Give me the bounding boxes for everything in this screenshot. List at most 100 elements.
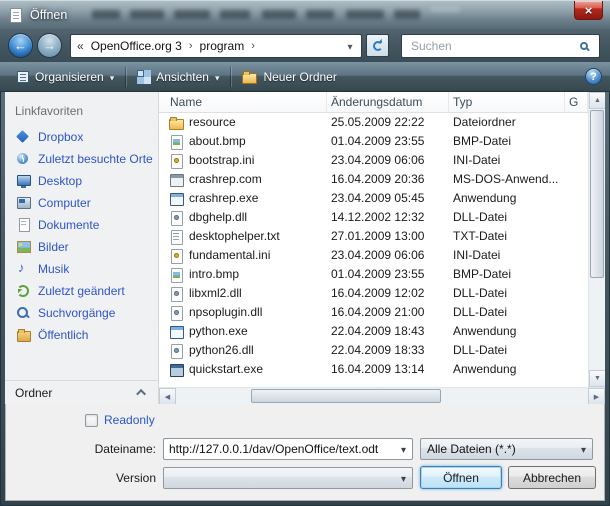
views-button[interactable]: Ansichten [128, 66, 228, 88]
file-row[interactable]: crashrep.com 16.04.2009 20:36 MS-DOS-Anw… [159, 170, 588, 189]
organize-dropdown-icon [110, 70, 115, 84]
new-folder-label: Neuer Ordner [263, 70, 336, 84]
close-button[interactable] [574, 1, 603, 20]
organize-label: Organisieren [35, 70, 104, 84]
searches-icon [16, 306, 31, 320]
window-title: Öffnen [30, 1, 67, 30]
file-row[interactable]: quickstart.exe 16.04.2009 13:14 Anwendun… [159, 360, 588, 379]
open-button[interactable]: Öffnen [420, 466, 502, 489]
filename-dropdown-icon[interactable] [395, 442, 412, 456]
filelist-rows: resource 25.05.2009 22:22 Dateiordner ab… [159, 113, 588, 387]
bmp-file-icon [169, 135, 184, 149]
file-row[interactable]: desktophelper.txt 27.01.2009 13:00 TXT-D… [159, 227, 588, 246]
dll-file-icon [169, 211, 184, 225]
dialog-client-area: Linkfavoriten Dropbox Zuletzt besuchte O… [5, 92, 605, 501]
refresh-icon [373, 41, 383, 51]
sidebar-item[interactable]: Zuletzt geändert [5, 280, 158, 302]
dll-file-icon [169, 344, 184, 358]
file-row[interactable]: resource 25.05.2009 22:22 Dateiordner [159, 113, 588, 132]
folder-file-icon [169, 116, 184, 130]
breadcrumb-overflow-chevron[interactable]: « [77, 39, 89, 53]
computer-icon [16, 196, 31, 210]
titlebar-glass-reflection [0, 1, 610, 29]
form-area: Readonly Dateiname: Alle Dateien (*.*) V… [5, 404, 605, 501]
filelist-header: Name Änderungsdatum Typ G [159, 92, 588, 113]
sidebar-item[interactable]: Öffentlich [5, 324, 158, 346]
sidebar-item[interactable]: Bilder [5, 236, 158, 258]
filename-combobox[interactable] [163, 438, 413, 460]
column-header[interactable]: G [565, 92, 588, 112]
sidebar-item[interactable]: Zuletzt besuchte Orte [5, 148, 158, 170]
vertical-scrollbar-thumb[interactable] [590, 110, 604, 278]
scroll-up-button[interactable] [589, 92, 605, 109]
readonly-checkbox[interactable] [85, 414, 98, 427]
search-input[interactable] [409, 38, 580, 54]
sidebar-item[interactable]: Dokumente [5, 214, 158, 236]
new-folder-button[interactable]: Neuer Ordner [233, 66, 345, 88]
file-row[interactable]: crashrep.exe 23.04.2009 05:45 Anwendung [159, 189, 588, 208]
breadcrumb-separator-icon[interactable]: › [246, 40, 260, 52]
folders-label: Ordner [15, 386, 52, 400]
sidebar-item[interactable]: Musik [5, 258, 158, 280]
filetype-dropdown-icon [575, 442, 592, 456]
scroll-right-button[interactable] [588, 388, 605, 404]
desktop-icon [16, 174, 31, 188]
version-combobox[interactable] [163, 467, 413, 489]
readonly-label[interactable]: Readonly [104, 413, 155, 427]
column-header[interactable]: Änderungsdatum [327, 92, 449, 112]
recent-places-icon [16, 152, 31, 166]
forward-button[interactable] [37, 33, 62, 58]
search-box[interactable] [401, 34, 600, 58]
refresh-button[interactable] [366, 34, 389, 57]
scroll-down-button[interactable] [589, 370, 605, 387]
file-row[interactable]: npsoplugin.dll 16.04.2009 21:00 DLL-Date… [159, 303, 588, 322]
sidebar-item[interactable]: Suchvorgänge [5, 302, 158, 324]
cancel-button[interactable]: Abbrechen [508, 466, 596, 489]
horizontal-scrollbar-thumb[interactable] [251, 389, 441, 403]
file-row[interactable]: intro.bmp 01.04.2009 23:55 BMP-Datei [159, 265, 588, 284]
dialog-document-icon [10, 8, 22, 23]
help-button[interactable] [585, 68, 602, 85]
sidebar-item[interactable]: Desktop [5, 170, 158, 192]
sidebar-item[interactable]: Dropbox [5, 126, 158, 148]
exe-file-icon [169, 192, 184, 206]
com-file-icon [169, 173, 184, 187]
column-header[interactable]: Typ [449, 92, 565, 112]
column-header[interactable]: Name [159, 92, 327, 112]
documents-icon [16, 218, 31, 232]
filetype-combobox[interactable]: Alle Dateien (*.*) [420, 438, 593, 460]
folders-expander[interactable]: Ordner [5, 380, 158, 404]
file-row[interactable]: python.exe 22.04.2009 18:43 Anwendung [159, 322, 588, 341]
version-dropdown-icon [395, 471, 412, 485]
file-row[interactable]: dbghelp.dll 14.12.2002 12:32 DLL-Datei [159, 208, 588, 227]
file-row[interactable]: bootstrap.ini 23.04.2009 06:06 INI-Datei [159, 151, 588, 170]
exe2-file-icon [169, 363, 184, 377]
breadcrumb-item[interactable]: OpenOffice.org 3 [89, 39, 184, 53]
file-row[interactable]: about.bmp 01.04.2009 23:55 BMP-Datei [159, 132, 588, 151]
file-row[interactable]: libxml2.dll 16.04.2009 12:02 DLL-Datei [159, 284, 588, 303]
scroll-left-button[interactable] [159, 388, 176, 404]
filename-label: Dateiname: [5, 442, 163, 456]
horizontal-scrollbar[interactable] [159, 387, 605, 404]
filename-input[interactable] [164, 442, 395, 456]
address-bar[interactable]: « OpenOffice.org 3› program› [70, 34, 362, 58]
organize-button[interactable]: Organisieren [8, 66, 123, 88]
txt-file-icon [169, 230, 184, 244]
public-icon [16, 328, 31, 342]
dll-file-icon [169, 306, 184, 320]
address-dropdown-icon[interactable] [343, 39, 357, 53]
favorites-header: Linkfavoriten [5, 98, 158, 126]
sidebar-items: Dropbox Zuletzt besuchte Orte Desktop Co… [5, 126, 158, 346]
breadcrumb-separator-icon[interactable]: › [184, 40, 198, 52]
new-folder-icon [242, 71, 257, 83]
sidebar-item[interactable]: Computer [5, 192, 158, 214]
ini-file-icon [169, 249, 184, 263]
vertical-scrollbar[interactable] [588, 92, 605, 387]
recently-changed-icon [16, 284, 31, 298]
back-button[interactable] [8, 33, 33, 58]
search-icon[interactable] [580, 42, 588, 50]
file-row[interactable]: python26.dll 22.04.2009 18:33 DLL-Datei [159, 341, 588, 360]
file-row[interactable]: fundamental.ini 23.04.2009 06:06 INI-Dat… [159, 246, 588, 265]
command-toolbar: Organisieren Ansichten Neuer Ordner [0, 62, 610, 92]
breadcrumb-item[interactable]: program [198, 39, 247, 53]
